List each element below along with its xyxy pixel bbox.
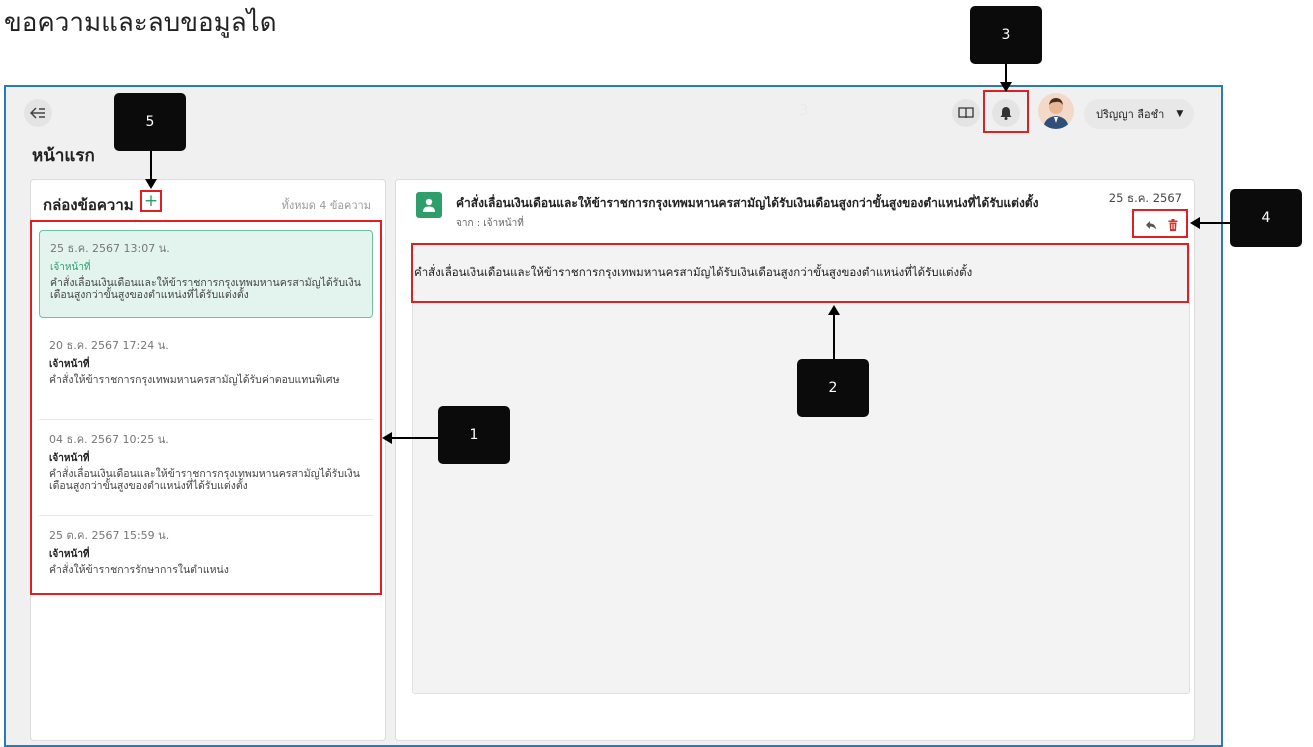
- highlight-box-actions: [1132, 209, 1188, 238]
- avatar[interactable]: [1038, 93, 1074, 129]
- message-count: ทั้งหมด 4 ข้อความ: [281, 199, 371, 212]
- arrow-3-line: [1005, 64, 1007, 84]
- callout-3: 3: [970, 6, 1042, 64]
- message-from: จาก : เจ้าหน้าที่: [456, 218, 524, 229]
- message-subject: คำสั่งเลื่อนเงินเดือนและให้ข้าราชการกรุง…: [456, 196, 1039, 210]
- page-title: หน้าแรก: [32, 146, 95, 166]
- arrow-3-head: [1000, 82, 1012, 92]
- person-icon: [416, 192, 442, 218]
- arrow-1-head: [382, 432, 392, 444]
- arrow-4-line: [1200, 222, 1230, 224]
- faint-number: 3: [799, 101, 809, 119]
- highlight-box-inbox-list: [30, 220, 382, 595]
- collapse-sidebar-icon[interactable]: [24, 99, 52, 127]
- arrow-2-line: [833, 315, 835, 359]
- arrow-4-head: [1190, 217, 1200, 229]
- arrow-2-head: [828, 305, 840, 315]
- inbox-title: กล่องข้อความ: [43, 196, 134, 214]
- chevron-down-icon: ▼: [1176, 109, 1184, 119]
- arrow-5-line: [150, 151, 152, 181]
- document-caption: ขอความและลบขอมูลได: [4, 8, 277, 38]
- callout-5: 5: [114, 93, 186, 151]
- user-menu[interactable]: ปริญญา ลือชำ ▼: [1084, 99, 1194, 129]
- callout-1: 1: [438, 406, 510, 464]
- callout-4: 4: [1230, 189, 1302, 247]
- user-name: ปริญญา ลือชำ: [1096, 108, 1165, 121]
- callout-2: 2: [797, 359, 869, 417]
- book-icon[interactable]: [952, 99, 980, 127]
- highlight-box-add: [140, 190, 162, 212]
- message-date: 25 ธ.ค. 2567: [1108, 191, 1182, 205]
- arrow-5-head: [145, 179, 157, 189]
- arrow-1-line: [392, 437, 438, 439]
- highlight-box-bell: [983, 90, 1029, 133]
- highlight-box-message-body: [411, 243, 1189, 303]
- message-body-area: [412, 244, 1190, 694]
